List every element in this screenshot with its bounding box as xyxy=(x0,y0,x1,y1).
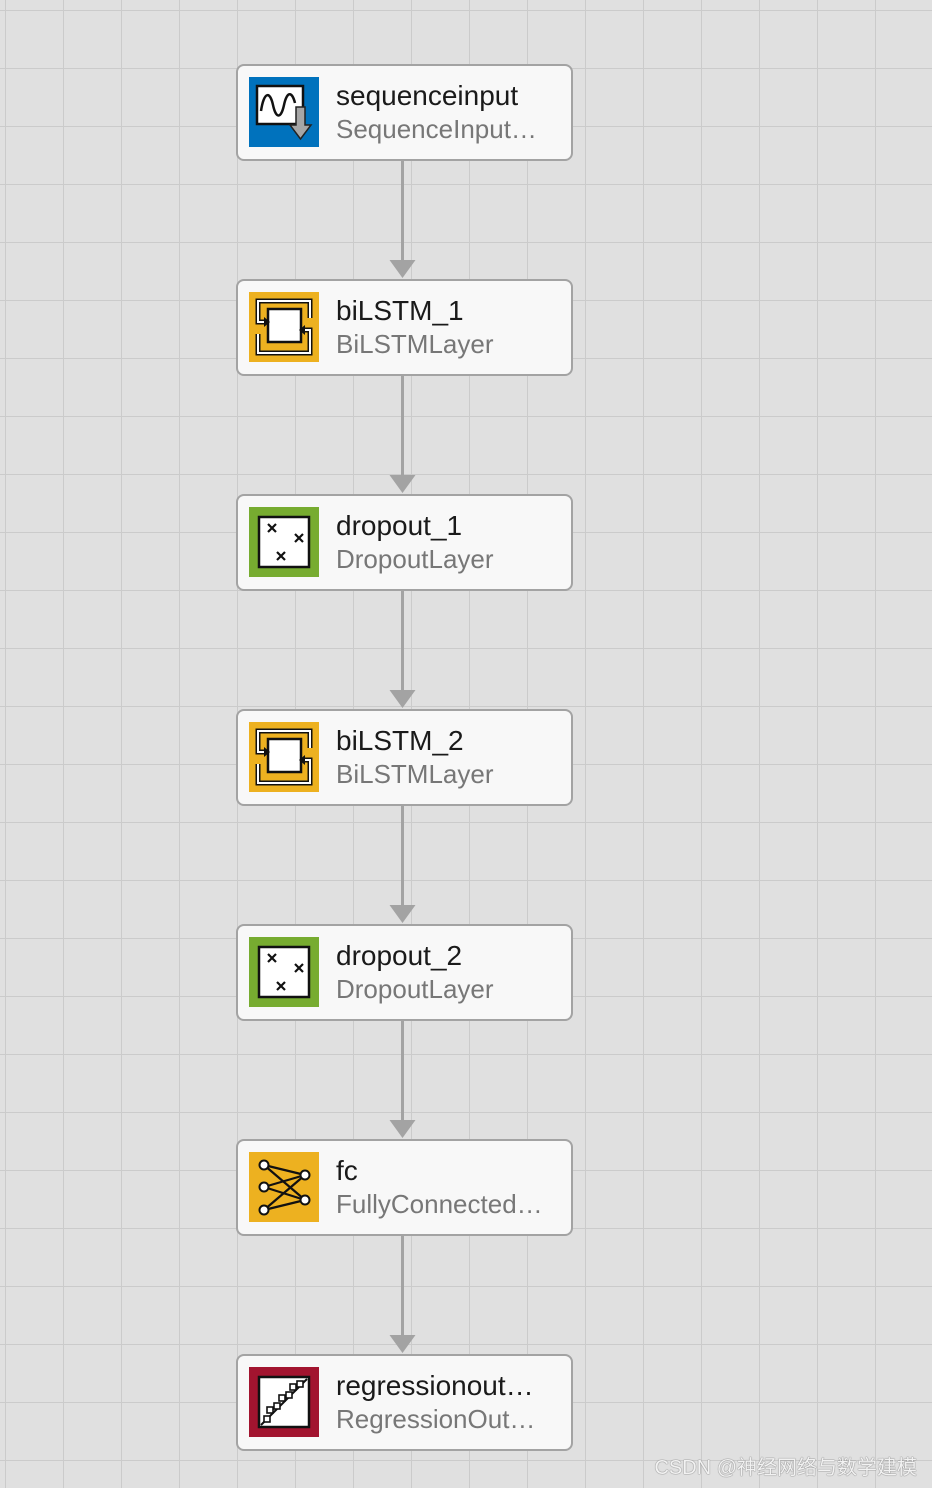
edge-arrowhead xyxy=(389,1335,416,1353)
layer-name: biLSTM_2 xyxy=(336,725,464,756)
edge-arrowhead xyxy=(389,1120,416,1138)
regression-output-icon xyxy=(249,1367,319,1437)
layer-type: SequenceInput… xyxy=(336,114,537,144)
layer-name: sequenceinput xyxy=(336,80,519,111)
layer-node-fc[interactable]: fc FullyConnected… xyxy=(236,1139,573,1236)
layer-node-bilstm-1[interactable]: biLSTM_1 BiLSTMLayer xyxy=(236,279,573,376)
edge-arrow xyxy=(389,1021,416,1138)
layer-type: RegressionOut… xyxy=(336,1404,536,1434)
edge-arrow xyxy=(389,161,416,278)
edge-arrow xyxy=(389,376,416,493)
layer-node-regressionoutput[interactable]: regressionout… RegressionOut… xyxy=(236,1354,573,1451)
watermark: CSDN @神经网络与数学建模 xyxy=(654,1457,917,1479)
edge-arrow xyxy=(389,591,416,708)
edge-arrow xyxy=(389,1236,416,1353)
layer-name: fc xyxy=(336,1155,358,1186)
layer-node-dropout-1[interactable]: dropout_1 DropoutLayer xyxy=(236,494,573,591)
fully-connected-icon xyxy=(249,1152,319,1222)
edge-arrowhead xyxy=(389,260,416,278)
edge-arrowhead xyxy=(389,690,416,708)
bilstm-icon xyxy=(249,722,319,792)
layer-type: BiLSTMLayer xyxy=(336,329,494,359)
layer-name: dropout_2 xyxy=(336,940,463,971)
dropout-icon xyxy=(249,937,319,1007)
dropout-icon xyxy=(249,507,319,577)
layer-type: FullyConnected… xyxy=(336,1189,543,1219)
layer-type: BiLSTMLayer xyxy=(336,759,494,789)
layer-node-bilstm-2[interactable]: biLSTM_2 BiLSTMLayer xyxy=(236,709,573,806)
layer-name: dropout_1 xyxy=(336,510,463,541)
edge-arrowhead xyxy=(389,475,416,493)
layer-name: biLSTM_1 xyxy=(336,295,464,326)
layer-node-dropout-2[interactable]: dropout_2 DropoutLayer xyxy=(236,924,573,1021)
bilstm-icon xyxy=(249,292,319,362)
layer-name: regressionout… xyxy=(336,1370,534,1401)
layer-type: DropoutLayer xyxy=(336,544,494,574)
layer-type: DropoutLayer xyxy=(336,974,494,1004)
edge-arrowhead xyxy=(389,905,416,923)
layer-node-sequenceinput[interactable]: sequenceinput SequenceInput… xyxy=(236,64,573,161)
edge-arrow xyxy=(389,806,416,923)
sequence-input-icon xyxy=(249,77,319,147)
